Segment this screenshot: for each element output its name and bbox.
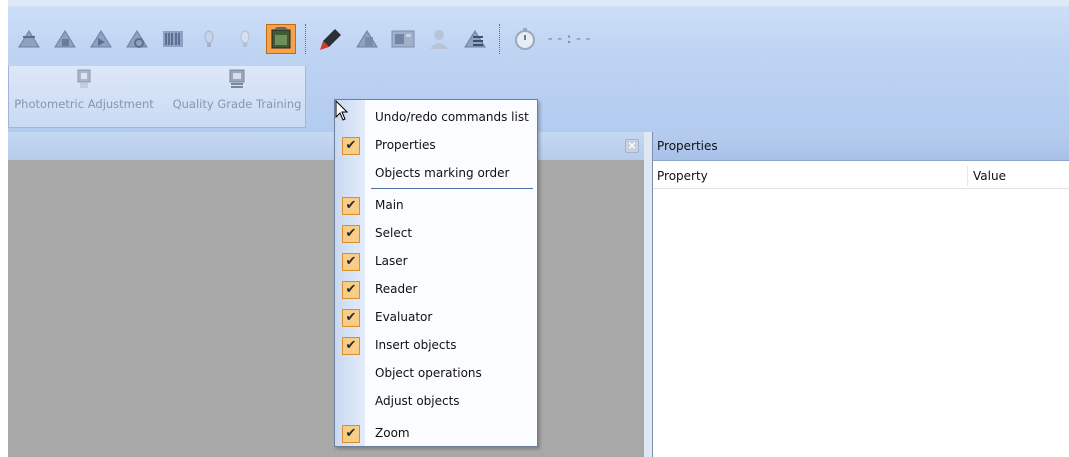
menu-item-adjust-objects[interactable]: Adjust objects	[335, 388, 537, 416]
menu-item-laser[interactable]: ✔ Laser	[335, 248, 537, 276]
photometric-adjustment-button[interactable]: Photometric Adjustment	[9, 68, 159, 111]
play-tool-button[interactable]	[86, 24, 116, 54]
close-icon: ×	[627, 139, 637, 152]
checkmark-icon: ✔	[342, 225, 360, 243]
grade-tool-button[interactable]	[352, 24, 382, 54]
properties-title: Properties	[653, 132, 1069, 161]
menu-item-evaluator[interactable]: ✔ Evaluator	[335, 304, 537, 332]
laser-pen-icon	[320, 29, 341, 50]
top-strip	[8, 0, 1069, 6]
menu-item-label: Undo/redo commands list	[375, 110, 529, 124]
barcode-tool-icon	[163, 31, 183, 47]
menu-item-insert-objects[interactable]: ✔ Insert objects	[335, 332, 537, 360]
main-toolbar: --:--	[8, 14, 655, 64]
properties-grid-header: Property Value	[653, 164, 1069, 189]
image-panel-icon	[391, 30, 415, 48]
list-tool-icon	[464, 30, 486, 48]
rotate-tool-icon	[126, 30, 148, 48]
stopwatch-button[interactable]	[510, 24, 540, 54]
workspace-area[interactable]	[8, 160, 644, 457]
checkmark-icon: ✔	[342, 281, 360, 299]
rotate-tool-button[interactable]	[122, 24, 152, 54]
window-left-edge	[0, 0, 8, 457]
menu-item-label: Evaluator	[375, 310, 433, 324]
list-tool-button[interactable]	[460, 24, 490, 54]
photometric-adjustment-label: Photometric Adjustment	[14, 97, 154, 111]
laser-pen-button[interactable]	[316, 24, 346, 54]
bulb-button-1[interactable]	[194, 24, 224, 54]
checkmark-icon: ✔	[342, 253, 360, 271]
move-tool-button[interactable]	[50, 24, 80, 54]
menu-item-main[interactable]: ✔ Main	[335, 192, 537, 220]
menu-item-select[interactable]: ✔ Select	[335, 220, 537, 248]
menu-item-label: Reader	[375, 282, 418, 296]
menu-item-zoom[interactable]: ✔ Zoom	[335, 420, 537, 448]
checkmark-icon: ✔	[342, 425, 360, 443]
column-divider[interactable]	[967, 166, 968, 186]
menu-item-object-operations[interactable]: Object operations	[335, 360, 537, 388]
camera-view-button[interactable]	[266, 24, 296, 54]
panel-splitter[interactable]	[644, 132, 652, 457]
barcode-tool-button[interactable]	[158, 24, 188, 54]
checkmark-icon: ✔	[342, 337, 360, 355]
menu-item-label: Main	[375, 198, 404, 212]
image-panel-button[interactable]	[388, 24, 418, 54]
menu-item-label: Zoom	[375, 426, 410, 440]
menu-item-label: Select	[375, 226, 413, 240]
checkmark-icon: ✔	[342, 137, 360, 155]
quality-grade-icon	[229, 69, 245, 88]
grade-tool-icon	[356, 30, 378, 48]
quality-grade-training-button[interactable]: Quality Grade Training	[167, 68, 307, 111]
menu-item-properties[interactable]: ✔ Properties	[335, 132, 537, 160]
menu-item-undo-redo-commands-list[interactable]: Undo/redo commands list	[335, 104, 537, 132]
checkmark-icon: ✔	[342, 197, 360, 215]
stopwatch-icon	[515, 28, 535, 50]
property-column-header[interactable]: Property	[657, 169, 708, 183]
bulb-off-icon	[204, 30, 214, 47]
camera-active-icon	[271, 27, 291, 49]
toolbar-separator-2	[499, 24, 501, 54]
menu-item-objects-marking-order[interactable]: Objects marking order	[335, 160, 537, 188]
bulb-button-2[interactable]	[230, 24, 260, 54]
play-tool-icon	[90, 30, 112, 48]
user-icon	[430, 30, 448, 49]
mouse-cursor-icon	[335, 100, 349, 121]
properties-panel: Properties Property Value	[652, 132, 1069, 457]
checkmark-icon: ✔	[342, 309, 360, 327]
menu-item-label: Properties	[375, 138, 436, 152]
menu-item-label: Laser	[375, 254, 408, 268]
move-tool-icon	[54, 30, 76, 48]
document-tab-strip	[8, 132, 644, 160]
menu-item-label: Adjust objects	[375, 394, 460, 408]
photometric-icon	[77, 69, 91, 88]
menu-item-label: Insert objects	[375, 338, 457, 352]
select-arrow-icon	[18, 30, 40, 48]
menu-item-label: Objects marking order	[375, 166, 510, 180]
quality-grade-training-label: Quality Grade Training	[172, 97, 302, 111]
select-arrow-button[interactable]	[14, 24, 44, 54]
timer-readout: --:--	[546, 31, 594, 47]
menu-item-reader[interactable]: ✔ Reader	[335, 276, 537, 304]
toolbar-separator	[305, 24, 307, 54]
ribbon-group: Photometric Adjustment Quality Grade Tra…	[8, 66, 306, 128]
user-button[interactable]	[424, 24, 454, 54]
panels-context-menu: Undo/redo commands list ✔ Properties Object…	[334, 99, 538, 447]
value-column-header[interactable]: Value	[973, 169, 1006, 183]
bulb-off-icon-2	[240, 30, 250, 47]
menu-item-label: Object operations	[375, 366, 482, 380]
close-panel-button[interactable]: ×	[625, 139, 639, 153]
menu-divider	[371, 188, 533, 189]
